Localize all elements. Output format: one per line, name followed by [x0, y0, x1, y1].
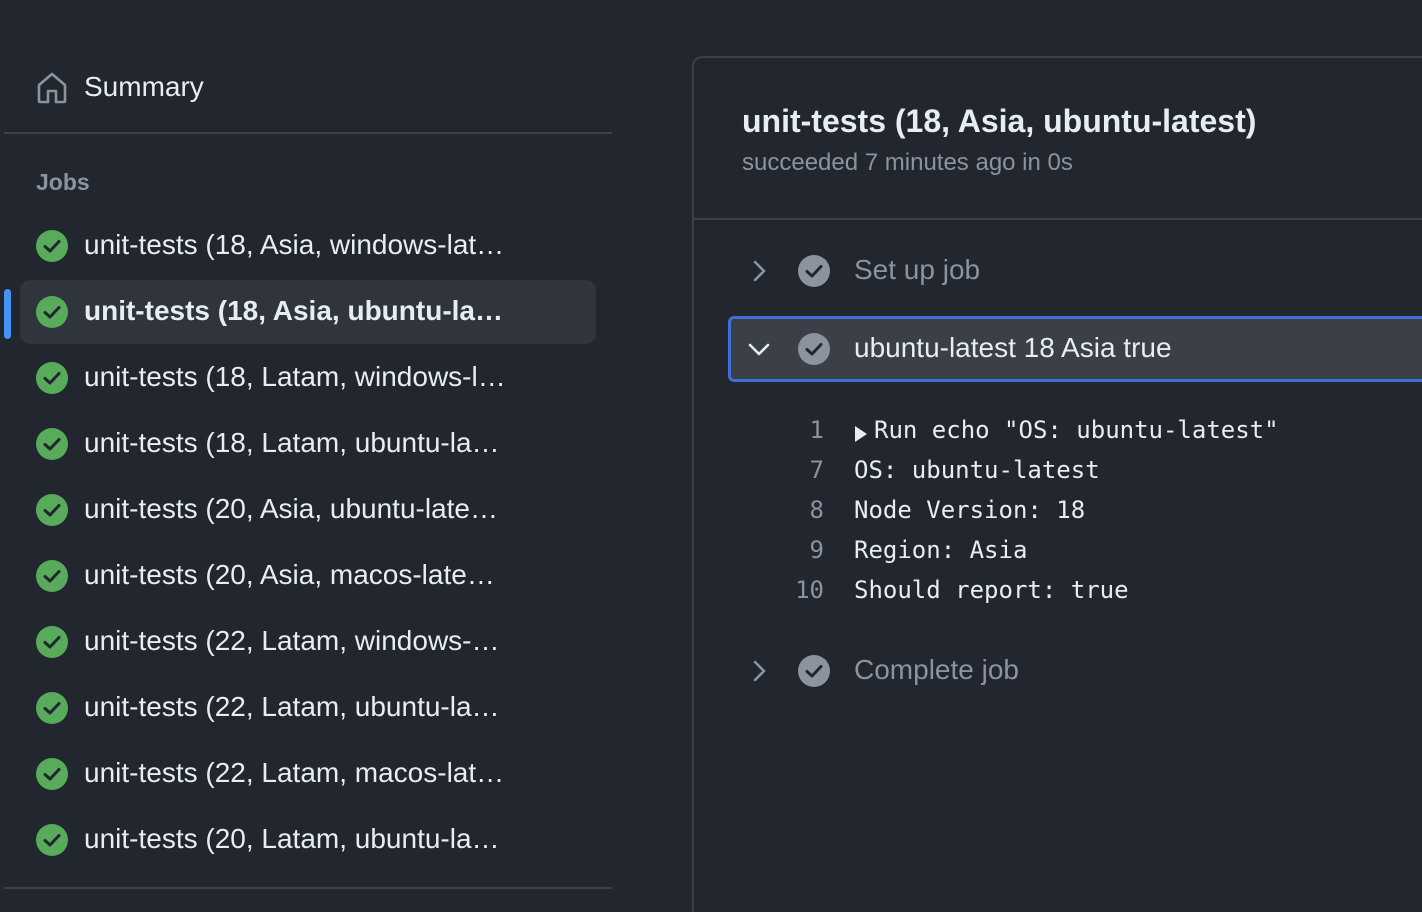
job-item[interactable]: unit-tests (20, Asia, ubuntu-late…: [20, 478, 596, 542]
line-number[interactable]: 7: [764, 456, 824, 484]
success-check-icon: [36, 626, 68, 658]
log-text: Region: Asia: [854, 536, 1028, 564]
step-complete-job[interactable]: Complete job: [728, 638, 1422, 704]
chevron-right-icon: [746, 258, 772, 284]
sidebar: Summary Jobs unit-tests (18, Asia, windo…: [0, 0, 612, 912]
log-text: Run echo "OS: ubuntu-latest": [874, 416, 1279, 444]
log-line: 9 Region: Asia: [694, 530, 1422, 570]
job-item[interactable]: unit-tests (22, Latam, ubuntu-la…: [20, 676, 596, 740]
step-check-icon: [798, 333, 830, 365]
summary-link[interactable]: Summary: [20, 56, 596, 118]
success-check-icon: [36, 296, 68, 328]
success-check-icon: [36, 230, 68, 262]
job-item-selected[interactable]: unit-tests (18, Asia, ubuntu-la…: [20, 280, 596, 344]
job-label: unit-tests (20, Asia, ubuntu-late…: [84, 493, 498, 524]
success-check-icon: [36, 362, 68, 394]
chevron-down-icon: [746, 336, 772, 362]
sidebar-divider: [4, 887, 612, 889]
job-status-text: succeeded 7 minutes ago in 0s: [742, 149, 1073, 176]
log-text: OS: ubuntu-latest: [854, 456, 1100, 484]
home-icon: [34, 70, 70, 106]
job-title: unit-tests (18, Asia, ubuntu-latest): [742, 103, 1257, 139]
step-check-icon: [798, 655, 830, 687]
log-text: Should report: true: [854, 576, 1129, 604]
step-label: Complete job: [854, 654, 1019, 685]
job-item[interactable]: unit-tests (20, Asia, macos-late…: [20, 544, 596, 608]
summary-label: Summary: [84, 71, 204, 102]
success-check-icon: [36, 758, 68, 790]
step-set-up-job[interactable]: Set up job: [728, 238, 1422, 304]
job-label: unit-tests (18, Latam, windows-l…: [84, 361, 506, 392]
job-item[interactable]: unit-tests (22, Latam, macos-lat…: [20, 742, 596, 806]
job-detail-panel: unit-tests (18, Asia, ubuntu-latest) suc…: [692, 56, 1422, 912]
success-check-icon: [36, 824, 68, 856]
jobs-heading: Jobs: [36, 169, 90, 195]
job-label: unit-tests (18, Asia, windows-lat…: [84, 229, 505, 260]
step-label: Set up job: [854, 254, 981, 285]
success-check-icon: [36, 494, 68, 526]
step-label: ubuntu-latest 18 Asia true: [854, 332, 1172, 363]
job-label: unit-tests (22, Latam, ubuntu-la…: [84, 691, 500, 722]
line-number[interactable]: 10: [764, 576, 824, 604]
success-check-icon: [36, 560, 68, 592]
triangle-right-icon[interactable]: [854, 421, 868, 442]
job-label: unit-tests (20, Asia, macos-late…: [84, 559, 495, 590]
line-number[interactable]: 1: [764, 416, 824, 444]
sidebar-divider: [4, 132, 612, 134]
workflow-run-page: Summary Jobs unit-tests (18, Asia, windo…: [0, 0, 1422, 912]
job-item[interactable]: unit-tests (18, Latam, windows-l…: [20, 346, 596, 410]
log-line: 1 Run echo "OS: ubuntu-latest": [694, 410, 1422, 450]
log-line: 10 Should report: true: [694, 570, 1422, 610]
job-label: unit-tests (18, Asia, ubuntu-la…: [84, 295, 503, 326]
chevron-right-icon: [746, 658, 772, 684]
success-check-icon: [36, 428, 68, 460]
job-item[interactable]: unit-tests (20, Latam, ubuntu-la…: [20, 808, 596, 872]
job-item[interactable]: unit-tests (22, Latam, windows-…: [20, 610, 596, 674]
active-job-marker: [4, 289, 11, 339]
job-label: unit-tests (18, Latam, ubuntu-la…: [84, 427, 500, 458]
line-number[interactable]: 9: [764, 536, 824, 564]
job-header: unit-tests (18, Asia, ubuntu-latest) suc…: [694, 58, 1422, 220]
step-run-echo[interactable]: ubuntu-latest 18 Asia true: [728, 316, 1422, 382]
step-check-icon: [798, 255, 830, 287]
job-label: unit-tests (22, Latam, windows-…: [84, 625, 500, 656]
job-item[interactable]: unit-tests (18, Latam, ubuntu-la…: [20, 412, 596, 476]
success-check-icon: [36, 692, 68, 724]
job-label: unit-tests (20, Latam, ubuntu-la…: [84, 823, 500, 854]
line-number[interactable]: 8: [764, 496, 824, 524]
job-label: unit-tests (22, Latam, macos-lat…: [84, 757, 505, 788]
log-text: Node Version: 18: [854, 496, 1086, 524]
log-line: 8 Node Version: 18: [694, 490, 1422, 530]
log-line: 7 OS: ubuntu-latest: [694, 450, 1422, 490]
job-item[interactable]: unit-tests (18, Asia, windows-lat…: [20, 214, 596, 278]
